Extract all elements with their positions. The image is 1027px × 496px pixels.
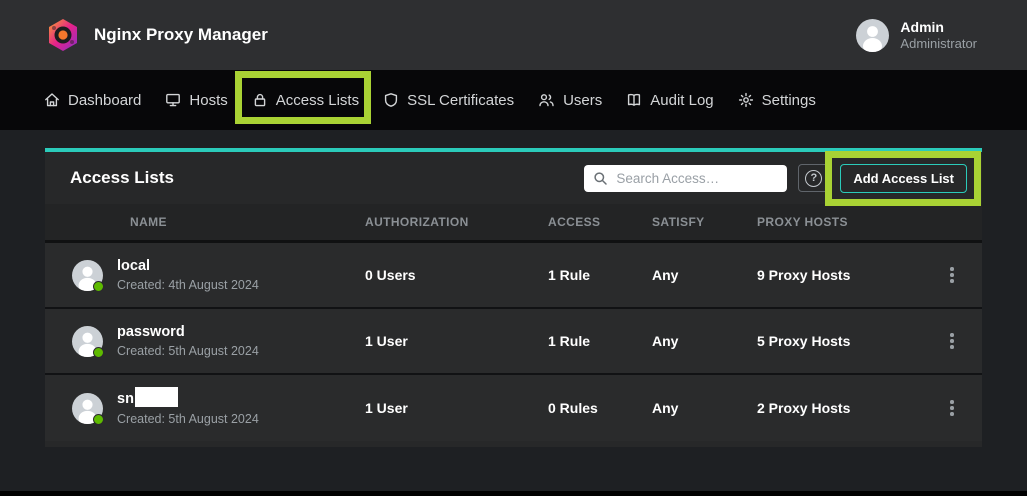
nav-item-access-lists[interactable]: Access Lists	[252, 92, 359, 109]
nav-label: Hosts	[189, 92, 227, 109]
home-icon	[44, 92, 60, 108]
app-logo-icon	[46, 18, 80, 52]
nav-item-ssl-certificates[interactable]: SSL Certificates	[383, 92, 514, 109]
search-input[interactable]	[616, 171, 778, 186]
row-actions-menu-icon[interactable]	[922, 394, 982, 422]
row-actions-menu-icon[interactable]	[922, 261, 982, 289]
help-button[interactable]: ?	[798, 164, 829, 192]
authorization-value: 1 User	[365, 333, 548, 349]
page-bottom-edge	[0, 491, 1027, 496]
redaction-box	[135, 387, 178, 407]
nav-label: Settings	[762, 92, 816, 109]
nav-label: Audit Log	[650, 92, 713, 109]
access-list-name: local	[117, 257, 259, 275]
row-avatar	[72, 393, 103, 424]
nav-item-users[interactable]: Users	[538, 92, 602, 109]
row-actions-menu-icon[interactable]	[922, 327, 982, 355]
column-header-satisfy: SATISFY	[652, 215, 757, 229]
access-value: 1 Rule	[548, 333, 652, 349]
column-header-authorization: AUTHORIZATION	[365, 215, 548, 229]
nginx-proxy-manager-app: Nginx Proxy Manager Admin Administrator …	[0, 0, 1027, 496]
book-icon	[626, 92, 642, 108]
proxy-hosts-value: 5 Proxy Hosts	[757, 333, 922, 349]
panel-title: Access Lists	[70, 168, 174, 188]
proxy-hosts-value: 9 Proxy Hosts	[757, 267, 922, 283]
nav-item-audit-log[interactable]: Audit Log	[626, 92, 713, 109]
row-avatar	[72, 260, 103, 291]
authorization-value: 0 Users	[365, 267, 548, 283]
access-value: 1 Rule	[548, 267, 652, 283]
access-lists-panel: Access Lists ? Add Access List NAME AUTH…	[45, 148, 982, 447]
table-header-row: NAME AUTHORIZATION ACCESS SATISFY PROXY …	[45, 204, 982, 243]
access-list-created: Created: 5th August 2024	[117, 343, 259, 359]
main-nav: Dashboard Hosts Access Lists SSL Certifi…	[0, 70, 1027, 130]
column-header-name: NAME	[45, 215, 365, 229]
status-dot	[93, 281, 104, 292]
column-header-access: ACCESS	[548, 215, 652, 229]
gear-icon	[738, 92, 754, 108]
table-row[interactable]: password Created: 5th August 2024 1 User…	[45, 309, 982, 375]
top-bar: Nginx Proxy Manager Admin Administrator	[0, 0, 1027, 70]
user-menu[interactable]: Admin Administrator	[856, 19, 977, 52]
nav-label: SSL Certificates	[407, 92, 514, 109]
access-list-name: password	[117, 323, 259, 341]
user-role: Administrator	[900, 36, 977, 52]
shield-icon	[383, 92, 399, 108]
monitor-icon	[165, 92, 181, 108]
table-row[interactable]: sn Created: 5th August 2024 1 User 0 Rul…	[45, 375, 982, 441]
row-avatar	[72, 326, 103, 357]
access-list-created: Created: 4th August 2024	[117, 277, 259, 293]
help-circle-icon: ?	[805, 170, 822, 187]
authorization-value: 1 User	[365, 400, 548, 416]
column-header-proxy-hosts: PROXY HOSTS	[757, 215, 922, 229]
nav-label: Dashboard	[68, 92, 141, 109]
app-title: Nginx Proxy Manager	[94, 25, 268, 45]
proxy-hosts-value: 2 Proxy Hosts	[757, 400, 922, 416]
user-name: Admin	[900, 19, 977, 36]
status-dot	[93, 414, 104, 425]
satisfy-value: Any	[652, 333, 757, 349]
nav-item-settings[interactable]: Settings	[738, 92, 816, 109]
user-avatar	[856, 19, 889, 52]
lock-icon	[252, 92, 268, 108]
users-icon	[538, 92, 555, 108]
satisfy-value: Any	[652, 400, 757, 416]
nav-item-hosts[interactable]: Hosts	[165, 92, 227, 109]
table-row[interactable]: local Created: 4th August 2024 0 Users 1…	[45, 243, 982, 309]
search-icon	[593, 171, 608, 186]
panel-header: Access Lists ? Add Access List	[45, 152, 982, 204]
status-dot	[93, 347, 104, 358]
nav-item-dashboard[interactable]: Dashboard	[44, 92, 141, 109]
satisfy-value: Any	[652, 267, 757, 283]
access-value: 0 Rules	[548, 400, 652, 416]
access-list-name: sn	[117, 389, 259, 409]
access-list-created: Created: 5th August 2024	[117, 411, 259, 427]
nav-label: Access Lists	[276, 92, 359, 109]
search-box[interactable]	[584, 165, 787, 192]
nav-label: Users	[563, 92, 602, 109]
add-access-list-button[interactable]: Add Access List	[840, 164, 967, 193]
